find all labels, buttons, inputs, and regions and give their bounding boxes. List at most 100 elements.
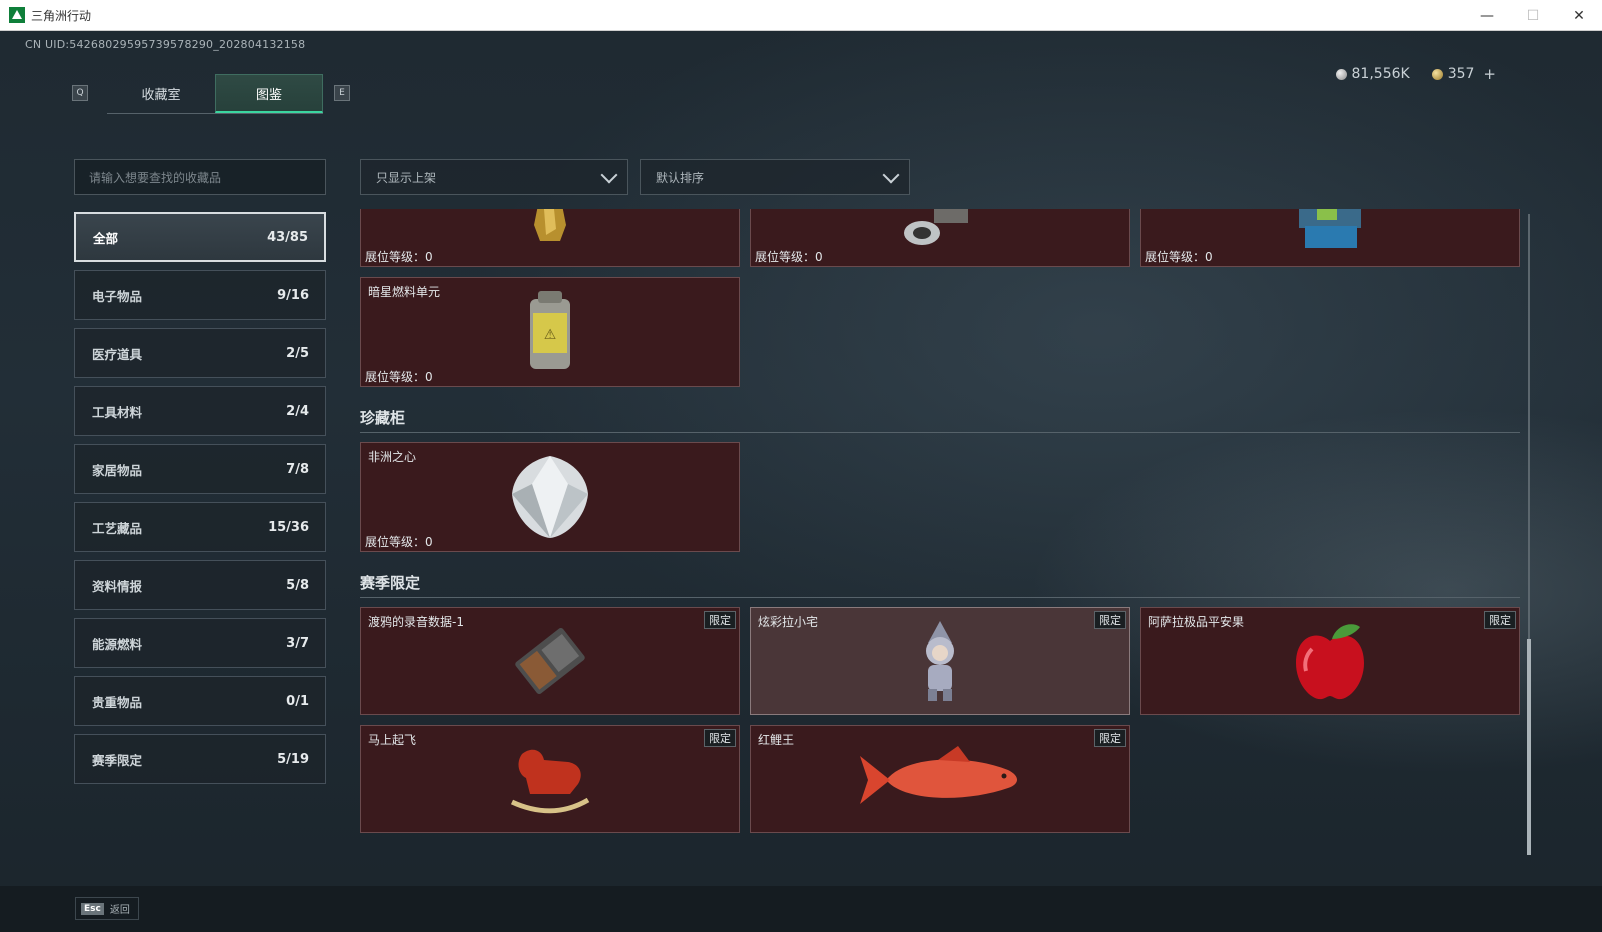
collection-card[interactable]: 马上起飞 限定 xyxy=(360,725,740,833)
category-count: 3/7 xyxy=(286,635,309,651)
category-crafts[interactable]: 工艺藏品 15/36 xyxy=(74,502,326,552)
gold-coin-icon xyxy=(1431,68,1443,80)
category-season[interactable]: 赛季限定 5/19 xyxy=(74,734,326,784)
silver-amount: 81,556K xyxy=(1351,66,1410,82)
scrollbar-thumb[interactable] xyxy=(1527,639,1531,855)
display-level: 展位等级：0 xyxy=(365,535,433,549)
limited-badge: 限定 xyxy=(704,729,736,747)
fuel-canister-icon: ⚠ xyxy=(530,291,570,369)
collection-card[interactable]: 红鲤王 限定 xyxy=(750,725,1130,833)
collection-card[interactable]: 展位等级：0 xyxy=(750,209,1130,267)
tab-codex[interactable]: 图鉴 xyxy=(215,74,323,113)
category-medical[interactable]: 医疗道具 2/5 xyxy=(74,328,326,378)
category-label: 全部 xyxy=(93,230,119,246)
back-button[interactable]: Esc 返回 xyxy=(75,897,139,920)
collection-card[interactable]: 渡鸦的录音数据-1 限定 xyxy=(360,607,740,715)
collection-card[interactable]: 非洲之心 展位等级：0 xyxy=(360,442,740,552)
limited-badge: 限定 xyxy=(1484,611,1516,629)
category-count: 5/19 xyxy=(277,751,309,767)
collection-panel: 展位等级：0 展位等级：0 展位等级：0 暗星燃料单元 ⚠ 展位等级：0 珍藏柜… xyxy=(360,209,1530,880)
category-count: 9/16 xyxy=(277,287,309,303)
collection-card[interactable]: 展位等级：0 xyxy=(360,209,740,267)
bottom-bar: Esc 返回 xyxy=(0,886,1602,932)
display-level: 展位等级：0 xyxy=(365,370,433,384)
key-e-hint: E xyxy=(334,85,350,101)
item-name: 红鲤王 xyxy=(758,733,795,747)
section-divider xyxy=(360,432,1520,433)
category-fuel[interactable]: 能源燃料 3/7 xyxy=(74,618,326,668)
filter-dropdown[interactable]: 只显示上架 xyxy=(360,159,628,195)
maximize-button[interactable]: ☐ xyxy=(1510,0,1556,31)
circuit-device-icon xyxy=(1299,209,1361,248)
collection-card[interactable]: 阿萨拉极品平安果 限定 xyxy=(1140,607,1520,715)
collection-card[interactable]: 展位等级：0 xyxy=(1140,209,1520,267)
uid-label: CN UID:54268029595739578290_202804132158 xyxy=(25,38,306,51)
item-name: 炫彩拉小宅 xyxy=(758,615,819,629)
limited-badge: 限定 xyxy=(704,611,736,629)
esc-key-icon: Esc xyxy=(81,902,104,915)
window-titlebar: 三角洲行动 — ☐ ✕ xyxy=(0,0,1602,31)
category-count: 5/8 xyxy=(286,577,309,593)
filter-value: 只显示上架 xyxy=(376,170,437,185)
item-name: 马上起飞 xyxy=(368,733,417,747)
gold-currency: 357 + xyxy=(1431,65,1496,83)
category-label: 家居物品 xyxy=(92,462,143,478)
category-label: 电子物品 xyxy=(92,288,143,304)
red-carp-icon xyxy=(860,746,1017,804)
item-name: 阿萨拉极品平安果 xyxy=(1148,615,1245,629)
red-apple-icon xyxy=(1296,624,1364,700)
category-label: 赛季限定 xyxy=(92,752,143,768)
display-level: 展位等级：0 xyxy=(365,250,433,264)
item-name: 非洲之心 xyxy=(368,450,417,464)
minimize-button[interactable]: — xyxy=(1464,0,1510,31)
diamond-icon xyxy=(512,456,588,538)
sort-dropdown[interactable]: 默认排序 xyxy=(640,159,910,195)
item-name: 暗星燃料单元 xyxy=(368,285,441,299)
category-label: 工具材料 xyxy=(92,404,143,420)
collection-card[interactable]: 暗星燃料单元 ⚠ 展位等级：0 xyxy=(360,277,740,387)
search-input[interactable]: 请输入想要查找的收藏品 xyxy=(74,159,326,195)
category-count: 15/36 xyxy=(268,519,309,535)
category-valuables[interactable]: 贵重物品 0/1 xyxy=(74,676,326,726)
add-currency-button[interactable]: + xyxy=(1483,65,1496,83)
app-logo-icon xyxy=(9,7,25,23)
category-count: 2/4 xyxy=(286,403,309,419)
metal-part-icon xyxy=(904,209,968,245)
section-divider xyxy=(360,597,1520,598)
category-electronics[interactable]: 电子物品 9/16 xyxy=(74,270,326,320)
category-intel[interactable]: 资料情报 5/8 xyxy=(74,560,326,610)
gold-amount: 357 xyxy=(1447,66,1475,82)
section-title-cabinet: 珍藏柜 xyxy=(360,409,406,427)
category-home[interactable]: 家居物品 7/8 xyxy=(74,444,326,494)
category-label: 资料情报 xyxy=(92,578,143,594)
display-level: 展位等级：0 xyxy=(755,250,823,264)
back-label: 返回 xyxy=(109,905,130,916)
category-label: 贵重物品 xyxy=(92,694,143,710)
item-name: 渡鸦的录音数据-1 xyxy=(368,615,464,629)
window-controls: — ☐ ✕ xyxy=(1464,0,1602,31)
sort-value: 默认排序 xyxy=(656,170,705,185)
category-tools[interactable]: 工具材料 2/4 xyxy=(74,386,326,436)
display-level: 展位等级：0 xyxy=(1145,250,1213,264)
section-title-season: 赛季限定 xyxy=(360,574,421,592)
top-tabs: 收藏室 图鉴 xyxy=(107,74,323,114)
rocking-horse-icon xyxy=(510,749,590,814)
chevron-down-icon xyxy=(882,166,900,184)
category-list: 全部 43/85 电子物品 9/16 医疗道具 2/5 工具材料 2/4 家居物品 7/8… xyxy=(74,212,326,792)
close-button[interactable]: ✕ xyxy=(1556,0,1602,31)
key-q-hint: Q xyxy=(72,85,88,101)
tab-collection-room[interactable]: 收藏室 xyxy=(107,74,215,113)
category-all[interactable]: 全部 43/85 xyxy=(74,212,326,262)
tape-cassette-icon xyxy=(515,627,585,695)
window-title: 三角洲行动 xyxy=(31,8,92,23)
gold-statue-icon xyxy=(534,209,566,241)
category-label: 能源燃料 xyxy=(92,636,143,652)
collection-card[interactable]: 炫彩拉小宅 限定 xyxy=(750,607,1130,715)
category-label: 医疗道具 xyxy=(92,346,143,362)
limited-badge: 限定 xyxy=(1094,729,1126,747)
svg-text:⚠: ⚠ xyxy=(544,327,557,343)
category-count: 0/1 xyxy=(286,693,309,709)
category-count: 43/85 xyxy=(267,229,308,245)
category-count: 7/8 xyxy=(286,461,309,477)
currency-bar: 81,556K 357 + xyxy=(1335,65,1496,83)
